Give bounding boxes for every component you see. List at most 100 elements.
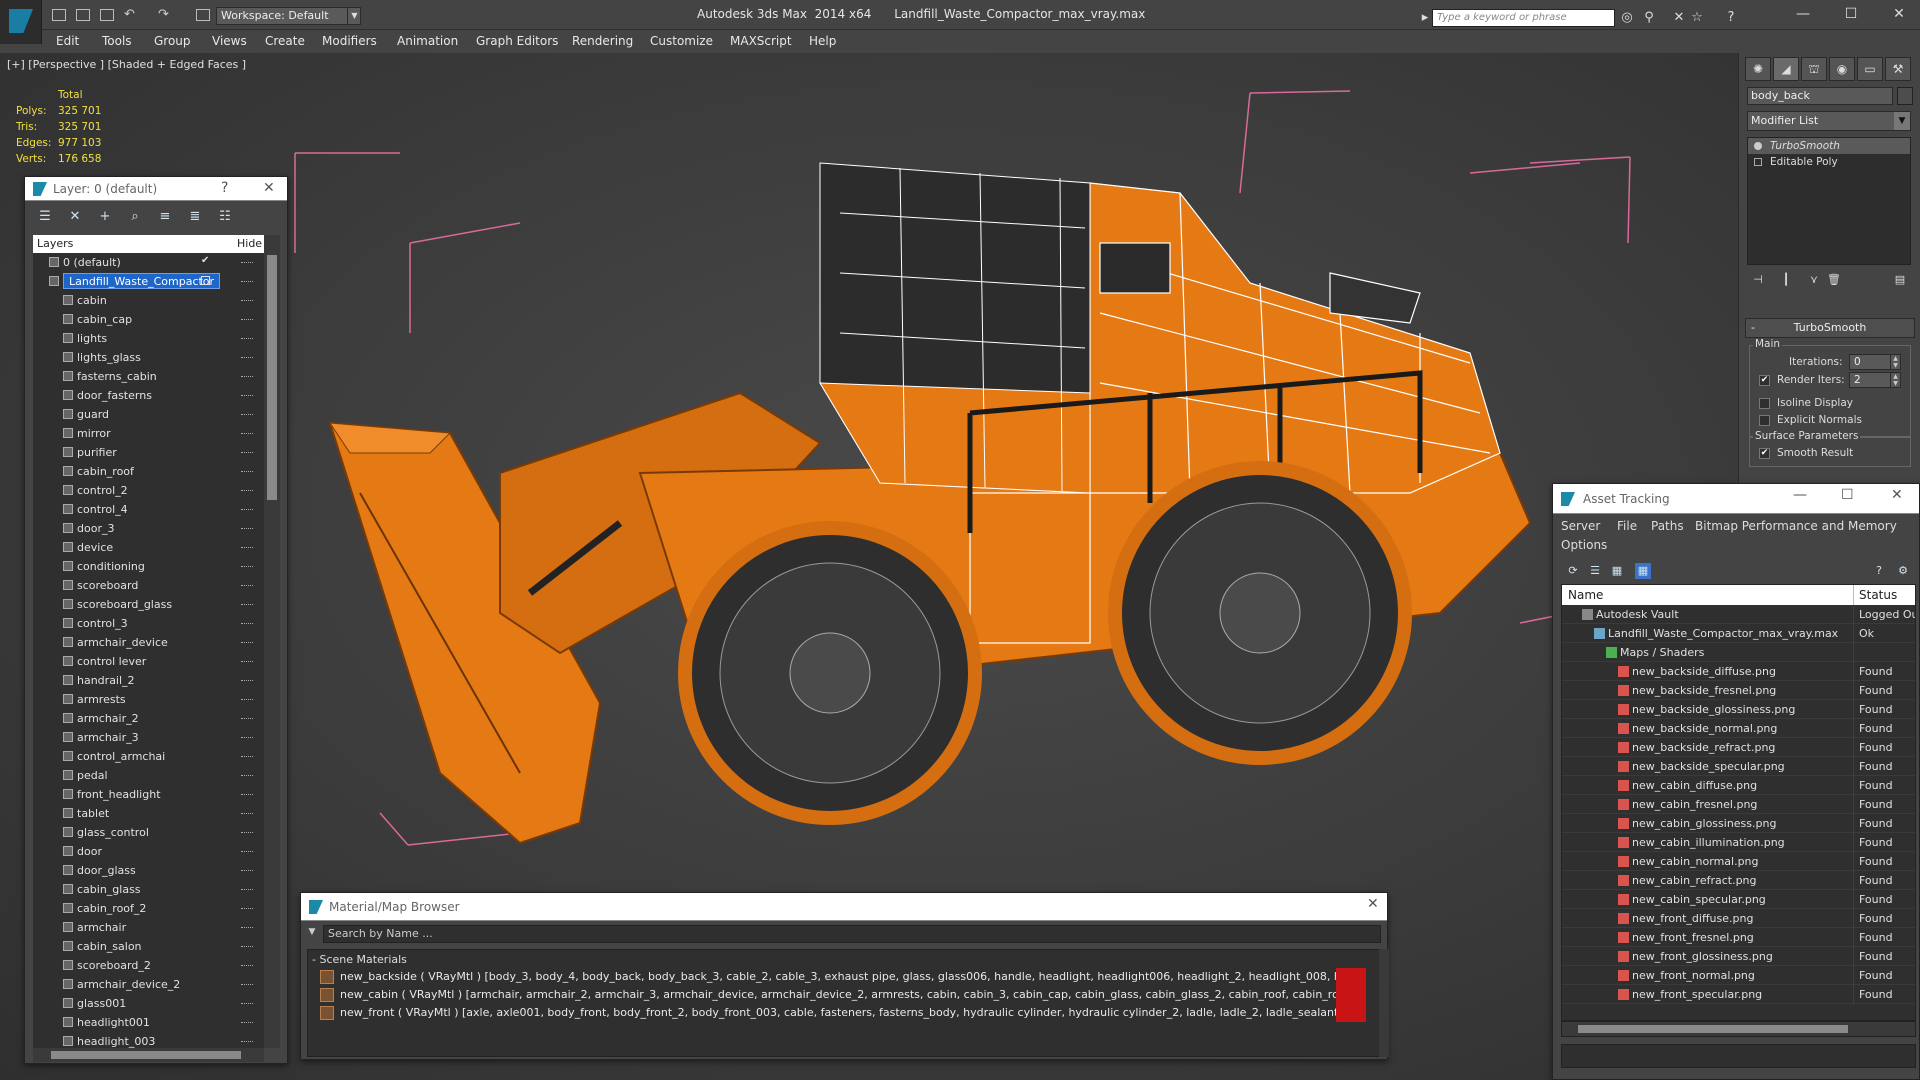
asset-row[interactable]: new_front_specular.png Found: [1562, 985, 1915, 1004]
asset-row[interactable]: new_backside_refract.png Found: [1562, 738, 1915, 757]
hide-toggle[interactable]: [241, 357, 253, 359]
asset-row[interactable]: Landfill_Waste_Compactor_max_vray.max Ok: [1562, 624, 1915, 643]
menu-modifiers[interactable]: Modifiers: [322, 34, 377, 48]
layer-row[interactable]: control lever: [33, 652, 264, 671]
layer-row[interactable]: door_glass: [33, 861, 264, 880]
scene-materials-section[interactable]: - Scene Materials: [312, 953, 407, 966]
close-icon[interactable]: ✕: [263, 180, 275, 196]
help-icon[interactable]: ?: [221, 180, 228, 196]
chevron-right-icon[interactable]: ▸: [1418, 11, 1432, 25]
layer-row[interactable]: armchair_2: [33, 709, 264, 728]
material-search-input[interactable]: Search by Name ...: [323, 925, 1381, 943]
close-icon[interactable]: ✕: [1886, 4, 1912, 24]
layer-row[interactable]: cabin_roof_2: [33, 899, 264, 918]
asset-row[interactable]: new_backside_normal.png Found: [1562, 719, 1915, 738]
asset-row[interactable]: new_cabin_illumination.png Found: [1562, 833, 1915, 852]
hide-toggle[interactable]: [241, 1003, 253, 1005]
hide-toggle[interactable]: [241, 642, 253, 644]
layer-row[interactable]: headlight001: [33, 1013, 264, 1032]
hide-toggle[interactable]: [241, 509, 253, 511]
horizontal-scrollbar[interactable]: [1561, 1021, 1916, 1037]
hide-toggle[interactable]: [241, 813, 253, 815]
layer-row[interactable]: armchair_device: [33, 633, 264, 652]
layer-row[interactable]: headlight_003: [33, 1032, 264, 1048]
spinner-arrows-icon[interactable]: ▲ ▼: [1890, 355, 1900, 369]
project-folder-icon[interactable]: [196, 9, 210, 21]
maximize-icon[interactable]: ☐: [1841, 487, 1854, 503]
layer-row[interactable]: scoreboard_2: [33, 956, 264, 975]
hide-toggle[interactable]: [241, 566, 253, 568]
status-column-header[interactable]: Status: [1859, 588, 1897, 602]
utilities-tab-icon[interactable]: ⚒: [1885, 57, 1911, 81]
hierarchy-tab-icon[interactable]: ⛫: [1801, 57, 1827, 81]
layer-row[interactable]: mirror: [33, 424, 264, 443]
asset-row[interactable]: new_cabin_diffuse.png Found: [1562, 776, 1915, 795]
iterations-spinner[interactable]: 0 ▲ ▼: [1849, 354, 1901, 370]
layer-active-icon[interactable]: [201, 276, 210, 285]
render-iters-spinner[interactable]: 2 ▲ ▼: [1849, 372, 1901, 388]
help-icon[interactable]: ?: [1724, 11, 1738, 25]
layer-row[interactable]: control_3: [33, 614, 264, 633]
layer-row[interactable]: armchair: [33, 918, 264, 937]
turbosmooth-rollout[interactable]: - TurboSmooth: [1745, 318, 1915, 338]
hide-toggle[interactable]: [241, 1041, 253, 1043]
hide-toggle[interactable]: [241, 889, 253, 891]
vertical-scrollbar[interactable]: [264, 235, 280, 1048]
asset-row[interactable]: Maps / Shaders: [1562, 643, 1915, 662]
layer-row[interactable]: door: [33, 842, 264, 861]
undo-icon[interactable]: ↶: [124, 8, 138, 21]
asset-row[interactable]: new_front_normal.png Found: [1562, 966, 1915, 985]
workspace-dropdown[interactable]: Workspace: Default: [216, 7, 361, 25]
menu-views[interactable]: Views: [212, 34, 247, 48]
hide-toggle[interactable]: [241, 680, 253, 682]
layer-row[interactable]: control_2: [33, 481, 264, 500]
hide-toggle[interactable]: [241, 927, 253, 929]
hide-toggle[interactable]: [241, 623, 253, 625]
layer-row[interactable]: armrests: [33, 690, 264, 709]
layer-row[interactable]: Landfill_Waste_Compactor: [33, 272, 264, 291]
layer-row[interactable]: device: [33, 538, 264, 557]
menu-rendering[interactable]: Rendering: [572, 34, 633, 48]
asset-row[interactable]: new_backside_specular.png Found: [1562, 757, 1915, 776]
select-in-layer-icon[interactable]: ⌕: [127, 209, 143, 225]
object-color-swatch[interactable]: [1897, 87, 1913, 105]
search-input[interactable]: Type a keyword or phrase: [1432, 9, 1615, 27]
asset-row[interactable]: Autodesk Vault Logged Ou: [1562, 605, 1915, 624]
layer-row[interactable]: 0 (default) ✔: [33, 253, 264, 272]
hide-toggle[interactable]: [241, 737, 253, 739]
binoculars-icon[interactable]: ◎: [1620, 11, 1634, 25]
layer-stack-icon[interactable]: ☰: [37, 209, 53, 225]
pin-stack-icon[interactable]: ⊣: [1749, 271, 1767, 289]
make-unique-icon[interactable]: ⋎: [1805, 271, 1823, 289]
layer-row[interactable]: lights: [33, 329, 264, 348]
settings-icon[interactable]: ⚙: [1895, 563, 1911, 579]
menu-graph-editors[interactable]: Graph Editors: [476, 34, 558, 48]
layer-row[interactable]: cabin_cap: [33, 310, 264, 329]
help-icon[interactable]: ?: [1871, 563, 1887, 579]
hide-toggle[interactable]: [241, 965, 253, 967]
configure-sets-icon[interactable]: ▤: [1891, 271, 1909, 289]
new-file-icon[interactable]: [52, 9, 66, 21]
material-browser-titlebar[interactable]: Material/Map Browser ✕: [301, 893, 1387, 921]
show-end-result-icon[interactable]: ┃: [1777, 271, 1795, 289]
chevron-down-icon[interactable]: ▼: [1894, 112, 1910, 130]
list-view-icon[interactable]: ☰: [1587, 563, 1603, 579]
hide-toggle[interactable]: [241, 946, 253, 948]
asset-row[interactable]: new_backside_fresnel.png Found: [1562, 681, 1915, 700]
menu-bitmap-performance[interactable]: Bitmap Performance and Memory: [1695, 519, 1897, 533]
exchange-icon[interactable]: ✕: [1672, 11, 1686, 25]
hide-toggle[interactable]: [241, 433, 253, 435]
hide-toggle[interactable]: [241, 471, 253, 473]
hide-toggle[interactable]: [241, 319, 253, 321]
grid-view-icon[interactable]: ▦: [1635, 563, 1651, 579]
material-row[interactable]: new_backside ( VRayMtl ) [body_3, body_4…: [318, 968, 1366, 986]
layer-row[interactable]: cabin_glass: [33, 880, 264, 899]
layer-row[interactable]: conditioning: [33, 557, 264, 576]
hide-toggle[interactable]: [241, 794, 253, 796]
horizontal-scrollbar[interactable]: [33, 1048, 264, 1062]
key-icon[interactable]: ⚲: [1642, 11, 1656, 25]
layer-row[interactable]: control_4: [33, 500, 264, 519]
hide-toggle[interactable]: [241, 718, 253, 720]
layer-row[interactable]: door_3: [33, 519, 264, 538]
hide-toggle[interactable]: [241, 262, 253, 264]
